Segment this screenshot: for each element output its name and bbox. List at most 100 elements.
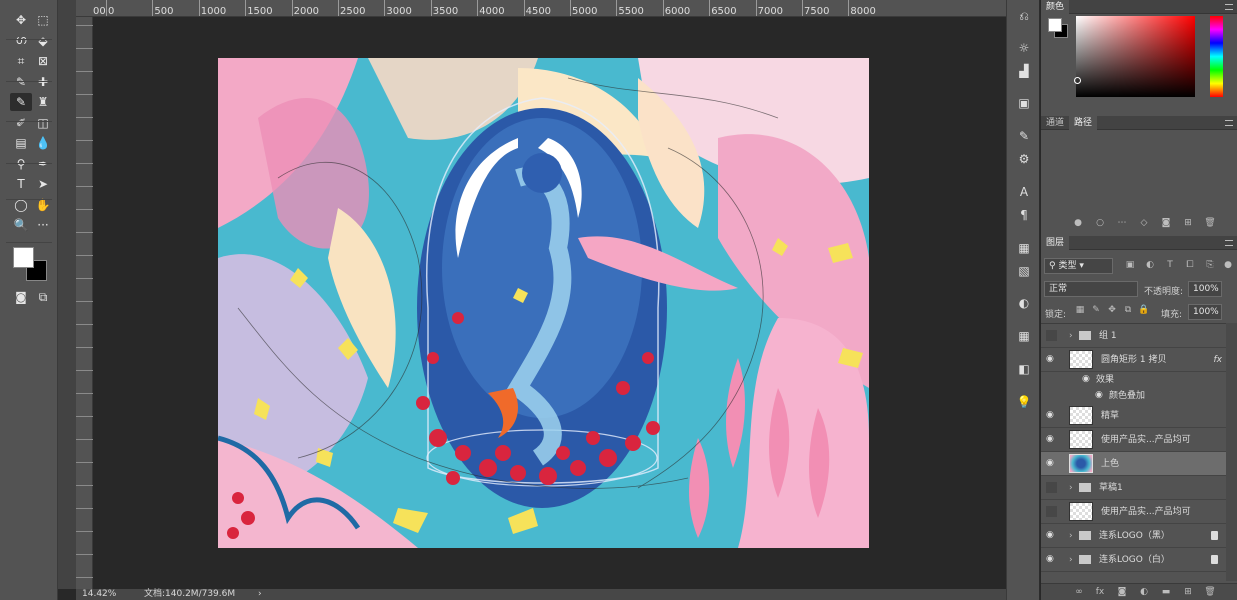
effect-visibility-icon[interactable]: ◉ bbox=[1095, 390, 1107, 400]
lock-transparent-icon[interactable]: ▦ bbox=[1075, 305, 1085, 315]
lock-pixels-icon[interactable]: ✎ bbox=[1091, 305, 1101, 315]
canvas-artwork[interactable] bbox=[218, 58, 869, 548]
screen-mode-icon[interactable]: ⧉ bbox=[32, 288, 54, 306]
lock-position-icon[interactable]: ✥ bbox=[1107, 305, 1117, 315]
layer-row[interactable]: ◉ 圆角矩形 1 拷贝 fx bbox=[1041, 348, 1226, 372]
color-picker-field[interactable] bbox=[1076, 16, 1195, 97]
layer-list-scrollbar[interactable] bbox=[1226, 323, 1237, 581]
panel-menu-icon[interactable] bbox=[1225, 120, 1233, 126]
layer-filter-select[interactable]: ⚲ 类型 ▾ bbox=[1044, 258, 1113, 274]
tab-layers[interactable]: 图层 bbox=[1041, 236, 1070, 250]
eraser-icon[interactable]: ◫ bbox=[32, 114, 54, 132]
expand-chevron-icon[interactable]: › bbox=[1069, 476, 1073, 500]
fill-path-icon[interactable]: ● bbox=[1073, 218, 1083, 228]
layer-group-row[interactable]: › 草稿1 bbox=[1041, 476, 1226, 500]
visibility-eye-icon[interactable]: ◉ bbox=[1046, 434, 1058, 444]
styles-icon[interactable]: ◐ bbox=[1015, 294, 1033, 312]
layer-group-row[interactable]: › 组 1 bbox=[1041, 324, 1226, 348]
tab-channels[interactable]: 通道 bbox=[1041, 116, 1069, 130]
visibility-toggle[interactable] bbox=[1046, 330, 1057, 341]
layer-row[interactable]: ◉ 精草 bbox=[1041, 404, 1226, 428]
expand-chevron-icon[interactable]: › bbox=[1069, 324, 1073, 348]
marquee-icon[interactable]: ⬚ bbox=[32, 11, 54, 29]
lock-all-icon[interactable]: 🔒 bbox=[1138, 305, 1149, 315]
brush-icon[interactable]: ✎ bbox=[10, 93, 32, 111]
foreground-swatch[interactable] bbox=[1048, 18, 1062, 32]
quick-mask-icon[interactable]: ◙ bbox=[10, 288, 32, 306]
foreground-color-swatch[interactable] bbox=[13, 247, 34, 268]
lock-artboard-icon[interactable]: ⧉ bbox=[1123, 305, 1133, 315]
smart-filter-icon[interactable]: ⎘ bbox=[1205, 260, 1215, 270]
zoom-level[interactable]: 14.42% bbox=[82, 589, 116, 600]
gradient-icon[interactable]: ▤ bbox=[10, 134, 32, 152]
new-path-icon[interactable]: ⊞ bbox=[1183, 218, 1193, 228]
visibility-toggle[interactable] bbox=[1046, 506, 1057, 517]
visibility-eye-icon[interactable]: ◉ bbox=[1046, 354, 1058, 364]
adjustments-icon[interactable]: ☼ bbox=[1015, 39, 1033, 57]
character-icon[interactable]: A bbox=[1015, 183, 1033, 201]
type-icon[interactable]: T bbox=[10, 175, 32, 193]
panel-menu-icon[interactable] bbox=[1225, 240, 1233, 246]
table-icon[interactable]: ▦ bbox=[1015, 239, 1033, 257]
shape-filter-icon[interactable]: ⧠ bbox=[1185, 260, 1195, 270]
adjust-filter-icon[interactable]: ◐ bbox=[1145, 260, 1155, 270]
layer-effect-row[interactable]: ◉ 颜色叠加 bbox=[1041, 388, 1226, 404]
visibility-toggle[interactable] bbox=[1046, 482, 1057, 493]
link-layers-icon[interactable]: ∞ bbox=[1074, 587, 1084, 597]
layer-mask-icon[interactable]: ◙ bbox=[1117, 587, 1127, 597]
navigator-icon[interactable]: ◧ bbox=[1015, 360, 1033, 378]
load-selection-icon[interactable]: ⋯ bbox=[1117, 218, 1127, 228]
history-brush-icon[interactable]: ✐ bbox=[10, 114, 32, 132]
move-icon[interactable]: ✥ bbox=[10, 11, 32, 29]
new-group-icon[interactable]: ▬ bbox=[1161, 587, 1171, 597]
visibility-eye-icon[interactable]: ◉ bbox=[1046, 410, 1058, 420]
type-filter-icon[interactable]: T bbox=[1165, 260, 1175, 270]
delete-layer-icon[interactable]: 🗑 bbox=[1204, 587, 1215, 597]
hue-slider[interactable] bbox=[1210, 16, 1223, 97]
light-icon[interactable]: 💡 bbox=[1015, 393, 1033, 411]
adjustment-layer-icon[interactable]: ◐ bbox=[1139, 587, 1149, 597]
status-menu-arrow[interactable]: › bbox=[258, 589, 262, 600]
tab-paths[interactable]: 路径 bbox=[1069, 116, 1098, 130]
frame-icon[interactable]: ⊠ bbox=[32, 52, 54, 70]
blend-mode-select[interactable]: 正常 bbox=[1044, 281, 1138, 297]
delete-path-icon[interactable]: 🗑 bbox=[1204, 218, 1215, 228]
document-workspace[interactable] bbox=[93, 17, 1006, 589]
visibility-eye-icon[interactable]: ◉ bbox=[1046, 458, 1058, 468]
fx-icon[interactable]: fx bbox=[1214, 348, 1223, 372]
layer-effect-row[interactable]: ◉ 效果 bbox=[1041, 372, 1226, 388]
visibility-eye-icon[interactable]: ◉ bbox=[1046, 554, 1058, 564]
pixel-filter-icon[interactable]: ▣ bbox=[1125, 260, 1135, 270]
paragraph-icon[interactable]: ¶ bbox=[1015, 206, 1033, 224]
panel-menu-icon[interactable] bbox=[1225, 4, 1233, 10]
tab-color[interactable]: 颜色 bbox=[1041, 0, 1070, 14]
make-path-icon[interactable]: ◇ bbox=[1139, 218, 1149, 228]
expand-chevron-icon[interactable]: › bbox=[1069, 524, 1073, 548]
layer-group-row[interactable]: ◉ › 连系LOGO（黑） bbox=[1041, 524, 1226, 548]
effect-visibility-icon[interactable]: ◉ bbox=[1082, 374, 1094, 384]
add-mask-icon[interactable]: ◙ bbox=[1161, 218, 1171, 228]
quick-select-icon[interactable]: ⬙ bbox=[32, 32, 54, 50]
fill-input[interactable]: 100% bbox=[1188, 304, 1222, 320]
libraries-icon[interactable]: ▣ bbox=[1015, 94, 1033, 112]
opacity-input[interactable]: 100% bbox=[1188, 281, 1222, 297]
layer-row[interactable]: 使用产品实...产品均可 bbox=[1041, 500, 1226, 524]
levels-icon[interactable]: ▟ bbox=[1015, 62, 1033, 80]
stamp-icon[interactable]: ♜ bbox=[32, 93, 54, 111]
brush-presets-icon[interactable]: ⚙ bbox=[1015, 150, 1033, 168]
layer-style-icon[interactable]: fx bbox=[1095, 587, 1105, 597]
new-layer-icon[interactable]: ⊞ bbox=[1183, 587, 1193, 597]
stroke-path-icon[interactable]: ○ bbox=[1095, 218, 1105, 228]
more-icon[interactable]: ··· bbox=[32, 216, 54, 234]
zoom-icon[interactable]: 🔍 bbox=[10, 216, 32, 234]
path-select-icon[interactable]: ➤ bbox=[32, 175, 54, 193]
history-icon[interactable]: ⎌ bbox=[1015, 7, 1033, 25]
layer-row[interactable]: ◉ 使用产品实...产品均可 bbox=[1041, 428, 1226, 452]
swatches-icon[interactable]: ▧ bbox=[1015, 262, 1033, 280]
blur-icon[interactable]: 💧 bbox=[32, 134, 54, 152]
visibility-eye-icon[interactable]: ◉ bbox=[1046, 530, 1058, 540]
expand-chevron-icon[interactable]: › bbox=[1069, 548, 1073, 572]
layer-group-row[interactable]: ◉ › 连系LOGO（白） bbox=[1041, 548, 1226, 572]
filter-toggle-icon[interactable]: ● bbox=[1223, 260, 1233, 270]
grid-icon[interactable]: ▦ bbox=[1015, 327, 1033, 345]
